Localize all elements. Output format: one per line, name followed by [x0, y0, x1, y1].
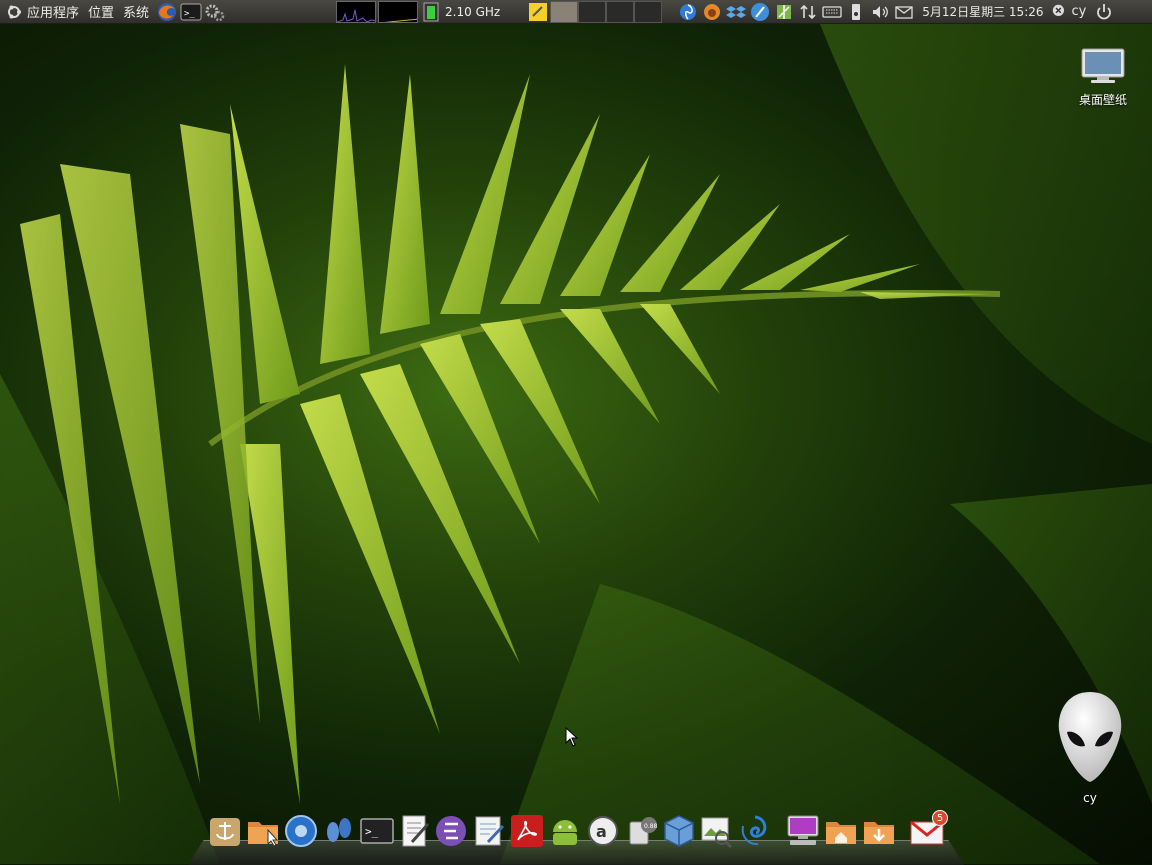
- volume-icon[interactable]: [870, 2, 890, 22]
- workspace-2[interactable]: [578, 0, 607, 23]
- clock[interactable]: 5月12日星期三 15:26: [916, 3, 1049, 20]
- swirl-app-icon[interactable]: [678, 2, 698, 22]
- pdf-reader-icon[interactable]: [510, 814, 544, 848]
- home-icon-label: cy: [1083, 791, 1097, 805]
- emacs-icon[interactable]: [434, 814, 468, 848]
- user-name[interactable]: cy: [1070, 4, 1093, 19]
- gmail-unread-badge: 5: [932, 810, 948, 826]
- network-tool-icon[interactable]: [774, 2, 794, 22]
- workspace-4[interactable]: [634, 0, 663, 23]
- image-viewer-icon[interactable]: [700, 814, 734, 848]
- svg-text:a: a: [596, 822, 607, 841]
- feather-app-icon[interactable]: [750, 2, 770, 22]
- mail-envelope-icon[interactable]: [894, 2, 914, 22]
- menu-places[interactable]: 位置: [85, 0, 120, 24]
- svg-text:>_: >_: [184, 9, 195, 19]
- computer-icon[interactable]: [786, 814, 820, 848]
- svg-text:>_: >_: [365, 825, 379, 838]
- document-edit-icon[interactable]: [472, 814, 506, 848]
- workspace-1[interactable]: [550, 0, 579, 23]
- footprints-icon[interactable]: [322, 814, 356, 848]
- home-folder-dock-icon[interactable]: [824, 814, 858, 848]
- cpu-frequency-text: 2.10 GHz: [445, 4, 501, 19]
- user-status-icon[interactable]: [1052, 4, 1068, 20]
- top-panel: 应用程序 位置 系统 >_ 2.10 GHz 5月12日星期三 15:26 cy: [0, 0, 1152, 24]
- dropbox-icon[interactable]: [726, 2, 747, 22]
- amazon-icon[interactable]: a: [586, 814, 620, 848]
- android-icon[interactable]: [548, 814, 582, 848]
- dock: >_ a 0.88 5: [188, 810, 964, 865]
- cpu-monitor-graph[interactable]: [336, 0, 377, 23]
- power-icon[interactable]: [1094, 2, 1114, 22]
- anchor-app-icon[interactable]: [208, 814, 242, 848]
- ubuntu-logo-icon[interactable]: [4, 0, 24, 24]
- terminal-icon[interactable]: >_: [180, 1, 202, 23]
- memory-monitor-graph[interactable]: [378, 0, 419, 23]
- gmail-notifier[interactable]: 5: [910, 810, 948, 848]
- menu-system[interactable]: 系统: [120, 0, 155, 24]
- desktop-home-shortcut[interactable]: cy: [1052, 690, 1128, 805]
- workspace-3[interactable]: [606, 0, 635, 23]
- keyboard-icon[interactable]: [822, 2, 842, 22]
- chromium-icon[interactable]: [284, 814, 318, 848]
- network-updown-icon[interactable]: [798, 2, 818, 22]
- debian-swirl-icon[interactable]: [738, 814, 772, 848]
- alien-head-icon: [1058, 692, 1122, 782]
- home-folder-icon[interactable]: [246, 814, 280, 848]
- terminal-dock-icon[interactable]: >_: [360, 814, 394, 848]
- mouse-cursor-icon: [565, 727, 579, 747]
- usb-device-icon[interactable]: [846, 2, 866, 22]
- text-editor-icon[interactable]: [398, 814, 432, 848]
- system-monitor-icon[interactable]: 0.88: [626, 814, 660, 848]
- lion-app-icon[interactable]: [702, 2, 722, 22]
- wallpaper-icon-label: 桌面壁纸: [1078, 93, 1127, 107]
- desktop-wallpaper-shortcut[interactable]: 桌面壁纸: [1072, 48, 1134, 108]
- cpu-scaling-icon[interactable]: [420, 1, 442, 23]
- monitor-icon: [1081, 48, 1125, 83]
- notes-icon[interactable]: [527, 1, 549, 23]
- menu-applications[interactable]: 应用程序: [24, 0, 85, 24]
- svg-text:0.88: 0.88: [644, 823, 658, 830]
- firefox-icon[interactable]: [156, 1, 178, 23]
- virtualbox-icon[interactable]: [662, 814, 696, 848]
- downloads-folder-icon[interactable]: [862, 814, 896, 848]
- settings-gears-icon[interactable]: [204, 1, 226, 23]
